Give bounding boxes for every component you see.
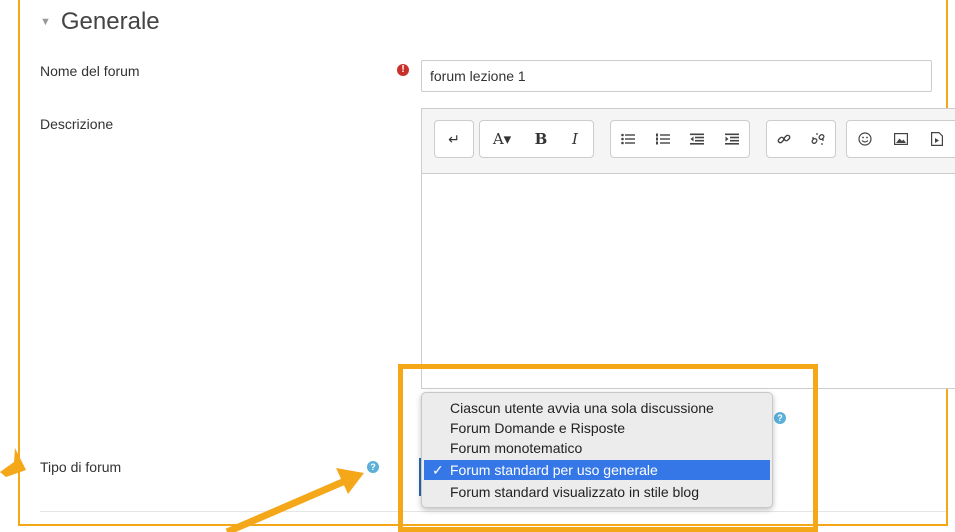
annotation-arrow-label bbox=[0, 448, 26, 477]
annotation-arrow-help bbox=[225, 477, 347, 532]
annotation-arrows bbox=[0, 448, 364, 532]
